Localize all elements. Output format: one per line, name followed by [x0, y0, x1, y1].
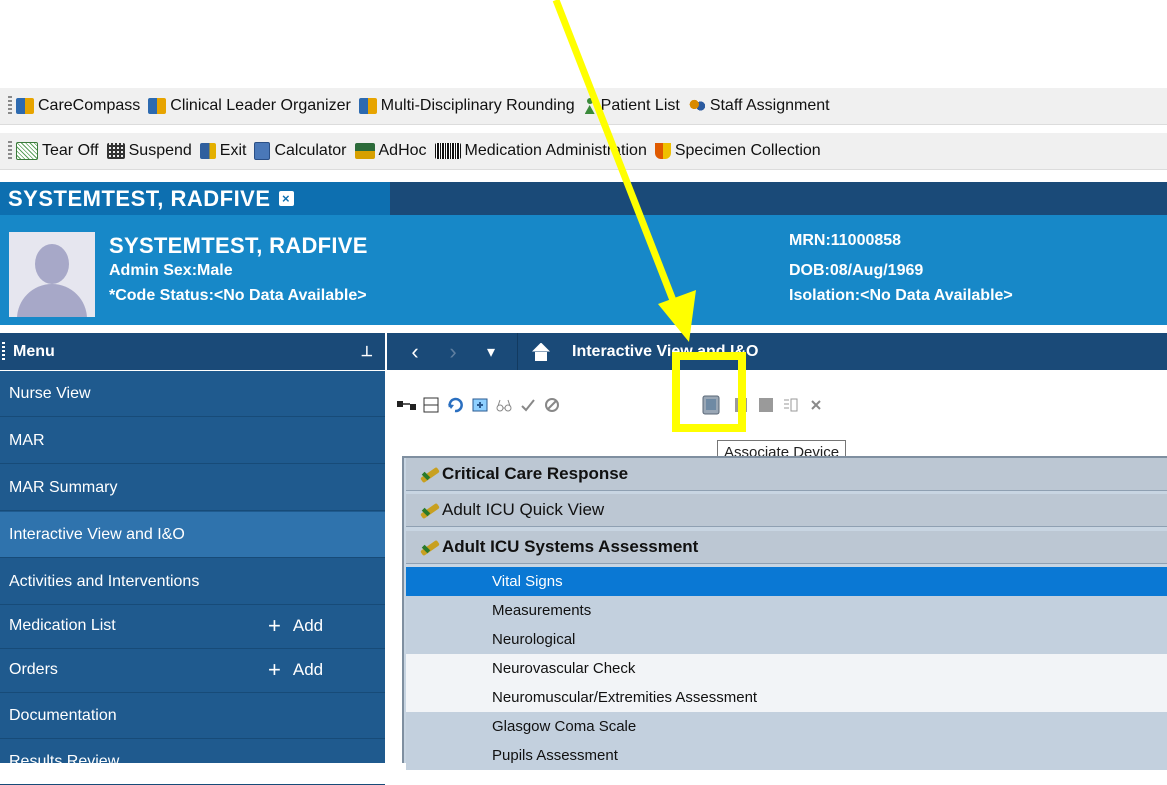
highlight-box	[672, 352, 746, 432]
arrow-annotation	[552, 0, 696, 342]
annotation-overlay	[552, 0, 746, 432]
